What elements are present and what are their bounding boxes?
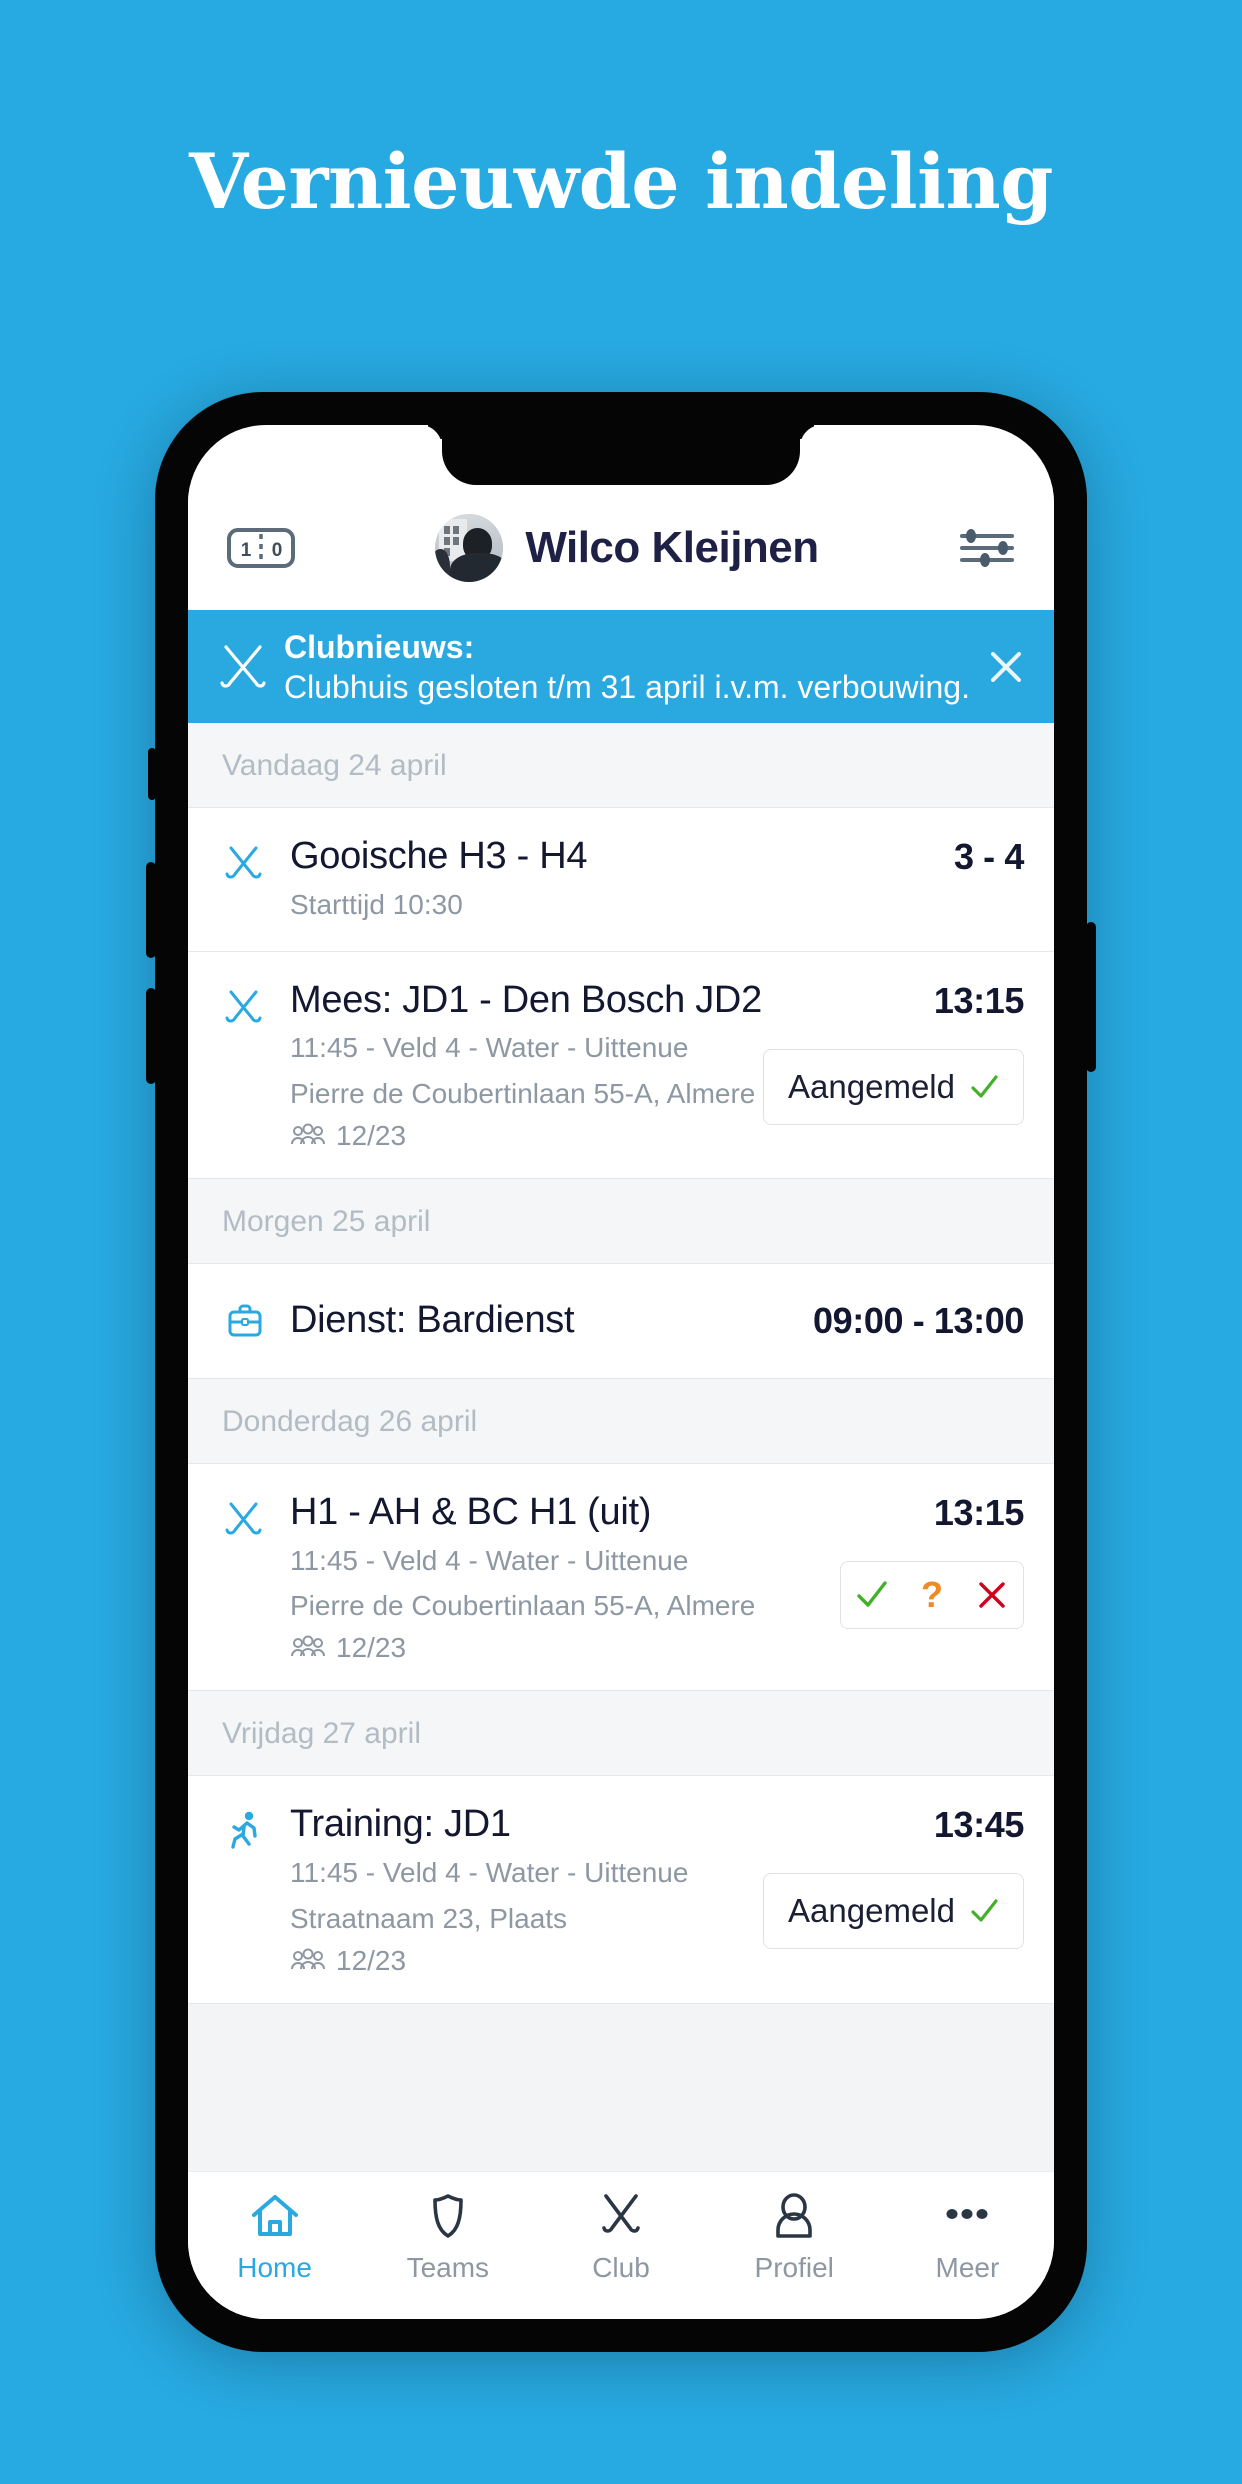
tab-teams-label: Teams <box>406 2252 490 2283</box>
item-location: Pierre de Coubertinlaan 55-A, Almere <box>290 1078 756 1110</box>
item-title: Gooische H3 - H4 <box>290 835 588 877</box>
attendance-count: 12/23 <box>336 1632 407 1664</box>
agenda-list[interactable]: Vandaag 24 april Gooische H3 - H4 Startt… <box>188 723 1054 2171</box>
item-location: Straatnaam 23, Plaats <box>290 1902 568 1934</box>
item-subtitle: Starttijd 10:30 <box>290 888 463 920</box>
tab-home[interactable]: Home <box>188 2188 361 2284</box>
people-icon <box>290 1123 326 1149</box>
phone-power-button <box>1086 922 1096 1072</box>
ellipsis-icon <box>939 2188 995 2244</box>
item-subtitle: 11:45 - Veld 4 - Water - Uittenue <box>290 1544 689 1576</box>
shield-icon <box>420 2188 476 2244</box>
hockey-sticks-icon <box>222 984 268 1030</box>
hockey-sticks-icon <box>222 1496 268 1542</box>
svg-text:0: 0 <box>272 540 283 561</box>
list-item[interactable]: Training: JD1 11:45 - Veld 4 - Water - U… <box>188 1776 1054 2004</box>
person-icon <box>766 2188 822 2244</box>
tab-meer[interactable]: Meer <box>881 2188 1054 2284</box>
choice-yes-icon[interactable] <box>855 1578 889 1612</box>
list-item[interactable]: H1 - AH & BC H1 (uit) 11:45 - Veld 4 - W… <box>188 1463 1054 1692</box>
hockey-sticks-crossed-icon <box>593 2188 649 2244</box>
list-item[interactable]: Mees: JD1 - Den Bosch JD2 11:45 - Veld 4… <box>188 951 1054 1179</box>
phone-notch <box>442 425 800 485</box>
home-icon <box>247 2188 303 2244</box>
header-user[interactable]: Wilco Kleijnen <box>296 513 958 582</box>
item-title: H1 - AH & BC H1 (uit) <box>290 1490 652 1533</box>
tab-club-label: Club <box>592 2252 650 2283</box>
choice-no-icon[interactable] <box>975 1578 1009 1612</box>
svg-text:1: 1 <box>241 540 252 561</box>
club-news-text: Clubnieuws: Clubhuis gesloten t/m 31 apr… <box>268 627 984 707</box>
club-news-title: Clubnieuws: <box>284 628 475 665</box>
attendance-count: 12/23 <box>336 1119 407 1151</box>
club-news-banner[interactable]: Clubnieuws: Clubhuis gesloten t/m 31 apr… <box>188 610 1054 723</box>
attend-status-button[interactable]: Aangemeld <box>763 1873 1024 1950</box>
choice-maybe-icon[interactable]: ? <box>915 1576 949 1612</box>
item-time: 13:45 <box>933 1804 1024 1846</box>
phone-frame: 1 0 Wilco Kleijnen Clubnieuws: Clubhuis … <box>146 392 1096 2352</box>
item-time: 09:00 - 13:00 <box>813 1300 1024 1342</box>
day-header: Vandaag 24 april <box>188 723 1054 808</box>
list-item[interactable]: Dienst: Bardienst 09:00 - 13:00 <box>188 1263 1054 1379</box>
avatar <box>435 513 504 582</box>
hockey-sticks-icon <box>222 840 268 886</box>
bottom-tab-bar: Home Teams Club Profiel Meer <box>188 2171 1054 2319</box>
attendance-count: 12/23 <box>336 1944 407 1976</box>
phone-volume-down <box>146 988 156 1084</box>
tab-profiel[interactable]: Profiel <box>708 2188 881 2284</box>
attend-status-label: Aangemeld <box>788 1067 955 1105</box>
phone-screen: 1 0 Wilco Kleijnen Clubnieuws: Clubhuis … <box>188 425 1054 2319</box>
item-time: 13:15 <box>933 979 1024 1021</box>
app-header: 1 0 Wilco Kleijnen <box>188 485 1054 610</box>
item-title: Dienst: Bardienst <box>290 1299 575 1342</box>
tab-club[interactable]: Club <box>534 2188 707 2284</box>
tab-teams[interactable]: Teams <box>361 2188 534 2284</box>
scoreboard-icon[interactable]: 1 0 <box>226 524 296 572</box>
item-time: 13:15 <box>933 1491 1024 1533</box>
day-header: Donderdag 26 april <box>188 1378 1054 1464</box>
attend-status-label: Aangemeld <box>788 1892 955 1930</box>
attend-status-button[interactable]: Aangemeld <box>763 1048 1024 1125</box>
day-header: Morgen 25 april <box>188 1178 1054 1264</box>
availability-choice-group[interactable]: ? <box>840 1560 1024 1629</box>
list-bottom-spacer <box>188 2003 1054 2124</box>
crossed-hockey-sticks-icon <box>218 639 268 695</box>
item-attendance: 12/23 <box>290 1945 749 1977</box>
briefcase-icon <box>222 1298 268 1344</box>
tab-meer-label: Meer <box>935 2252 1000 2283</box>
close-icon[interactable] <box>984 645 1028 689</box>
tab-home-label: Home <box>237 2252 312 2283</box>
item-location: Pierre de Coubertinlaan 55-A, Almere <box>290 1590 756 1622</box>
user-name: Wilco Kleijnen <box>525 522 819 572</box>
tab-profiel-label: Profiel <box>754 2252 834 2283</box>
people-icon <box>290 1635 326 1661</box>
list-item[interactable]: Gooische H3 - H4 Starttijd 10:30 3 - 4 <box>188 808 1054 952</box>
item-title: Mees: JD1 - Den Bosch JD2 <box>290 978 762 1021</box>
check-icon <box>969 1896 999 1926</box>
item-attendance: 12/23 <box>290 1632 826 1664</box>
item-score: 3 - 4 <box>953 836 1024 877</box>
club-news-body: Clubhuis gesloten t/m 31 april i.v.m. ve… <box>284 668 970 705</box>
item-attendance: 12/23 <box>290 1120 749 1152</box>
phone-mute-switch <box>148 748 156 800</box>
phone-volume-up <box>146 862 156 958</box>
sliders-icon[interactable] <box>958 525 1016 571</box>
item-subtitle: 11:45 - Veld 4 - Water - Uittenue <box>290 1032 689 1064</box>
day-header: Vrijdag 27 april <box>188 1691 1054 1777</box>
running-icon <box>222 1808 268 1854</box>
item-title: Training: JD1 <box>290 1803 511 1846</box>
page-title: Vernieuwde indeling <box>189 137 1053 226</box>
people-icon <box>290 1948 326 1974</box>
check-icon <box>969 1072 999 1102</box>
item-subtitle: 11:45 - Veld 4 - Water - Uittenue <box>290 1857 689 1889</box>
